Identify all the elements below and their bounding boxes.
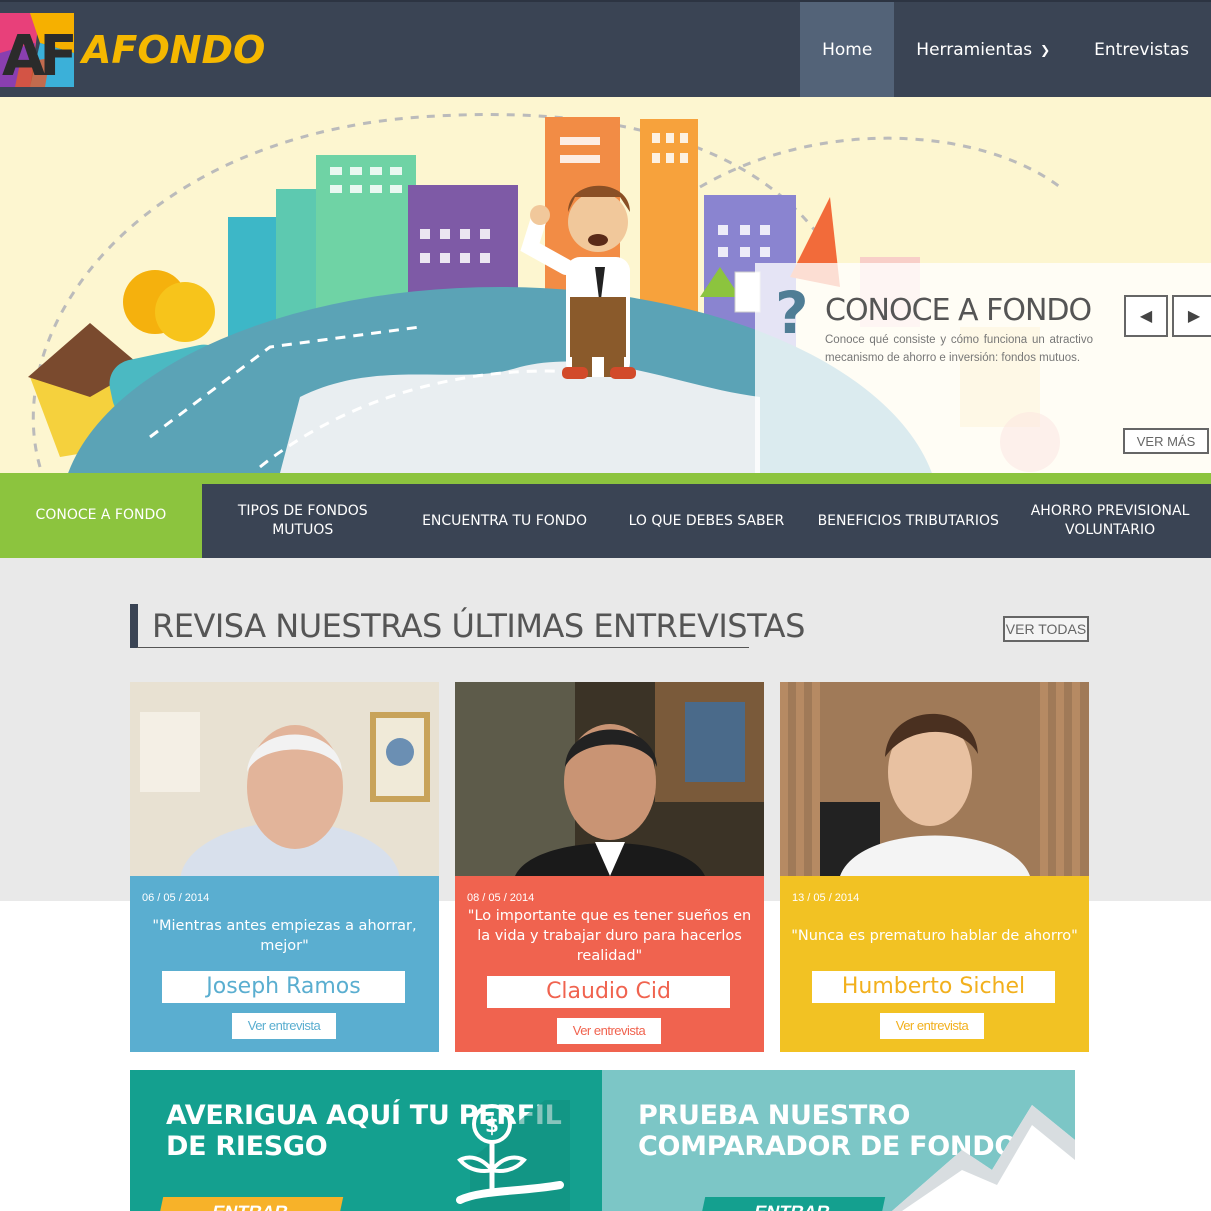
interview-card-joseph-ramos: 06 / 05 / 2014 "Mientras antes empiezas …: [130, 682, 439, 1052]
main-nav: Home Herramientas ❯ Entrevistas: [800, 2, 1211, 97]
card-body: 13 / 05 / 2014 "Nunca es prematuro habla…: [780, 876, 1089, 1052]
hero-description: Conoce qué consiste y cómo funciona un a…: [825, 334, 1093, 364]
interviewee-name: Humberto Sichel: [812, 971, 1055, 1003]
ver-entrevista-link[interactable]: Ver entrevista: [557, 1018, 661, 1044]
promo-comparador-de-fondos[interactable]: PRUEBA NUESTRO COMPARADOR DE FONDOS ENTR…: [602, 1070, 1075, 1211]
section-tabs: CONOCE A FONDO TIPOS DE FONDOS MUTUOS EN…: [0, 473, 1211, 558]
chevron-down-icon: ❯: [1040, 42, 1051, 57]
interviews-heading: REVISA NUESTRAS ÚLTIMAS ENTREVISTAS: [130, 604, 805, 648]
interview-quote: "Mientras antes empiezas a ahorrar, mejo…: [152, 918, 417, 954]
interview-card-claudio-cid: "Lo importante que es tener sueños en la…: [455, 682, 764, 1052]
card-body: 06 / 05 / 2014 "Mientras antes empiezas …: [130, 876, 439, 1052]
tab-tipos-de-fondos[interactable]: TIPOS DE FONDOS MUTUOS: [202, 484, 404, 558]
hero-caption-panel: ? CONOCE A FONDO Conoce qué consiste y c…: [755, 263, 1211, 473]
tab-ahorro-previsional[interactable]: AHORRO PREVISIONAL VOLUNTARIO: [1009, 484, 1211, 558]
interview-date: 13 / 05 / 2014: [792, 892, 860, 904]
card-body: "Lo importante que es tener sueños en la…: [455, 876, 764, 1052]
site-logo[interactable]: AF AFONDO: [0, 12, 265, 87]
tab-encuentra-tu-fondo[interactable]: ENCUENTRA TU FONDO: [404, 484, 606, 558]
interview-card-humberto-sichel: 13 / 05 / 2014 "Nunca es prematuro habla…: [780, 682, 1089, 1052]
entrar-button[interactable]: ENTRAR: [698, 1197, 886, 1211]
entrar-button[interactable]: ENTRAR: [156, 1197, 344, 1211]
interview-quote: "Nunca es prematuro hablar de ahorro": [791, 928, 1078, 944]
interview-date: 08 / 05 / 2014: [467, 892, 535, 904]
nav-herramientas-label: Herramientas: [916, 39, 1033, 60]
ver-entrevista-link[interactable]: Ver entrevista: [880, 1013, 984, 1039]
ver-entrevista-link[interactable]: Ver entrevista: [232, 1013, 336, 1039]
question-mark-icon: ?: [775, 279, 809, 347]
ver-todas-button[interactable]: VER TODAS: [1003, 616, 1089, 642]
svg-text:$: $: [485, 1113, 499, 1137]
promo-perfil-de-riesgo[interactable]: AVERIGUA AQUÍ TU PERFIL DE RIESGO $ ENTR…: [130, 1070, 602, 1211]
hero-slider: ? CONOCE A FONDO Conoce qué consiste y c…: [0, 97, 1211, 473]
tab-lo-que-debes-saber[interactable]: LO QUE DEBES SABER: [605, 484, 807, 558]
interviewee-name: Claudio Cid: [487, 976, 730, 1008]
nav-home[interactable]: Home: [800, 2, 895, 97]
slider-controls: ◀ ▶: [1124, 295, 1211, 337]
interview-photo: [780, 682, 1089, 876]
interview-quote: "Lo importante que es tener sueños en la…: [467, 908, 752, 964]
ver-mas-button[interactable]: VER MÁS: [1123, 428, 1209, 454]
mountain-chart-icon: [892, 1105, 1075, 1211]
svg-text:AF: AF: [2, 24, 73, 87]
interview-photo: [130, 682, 439, 876]
money-plant-hand-icon: $: [456, 1100, 570, 1211]
hero-title: CONOCE A FONDO: [825, 293, 1092, 328]
chevron-left-icon: ◀: [1139, 308, 1153, 325]
tab-conoce-a-fondo[interactable]: CONOCE A FONDO: [0, 473, 202, 558]
interview-date: 06 / 05 / 2014: [142, 892, 210, 904]
slider-prev-button[interactable]: ◀: [1124, 295, 1168, 337]
nav-herramientas[interactable]: Herramientas ❯: [894, 2, 1072, 97]
nav-home-label: Home: [822, 39, 873, 60]
heading-underline: [137, 647, 749, 648]
logo-mark-icon: AF: [0, 12, 74, 87]
slider-next-button[interactable]: ▶: [1172, 295, 1211, 337]
interview-photo: [455, 682, 764, 876]
nav-entrevistas-label: Entrevistas: [1094, 39, 1189, 60]
tab-beneficios-tributarios[interactable]: BENEFICIOS TRIBUTARIOS: [807, 484, 1009, 558]
top-navbar: AF AFONDO Home Herramientas ❯ Entrevistas: [0, 0, 1211, 97]
nav-entrevistas[interactable]: Entrevistas: [1072, 2, 1211, 97]
logo-text: AFONDO: [82, 27, 266, 72]
interviewee-name: Joseph Ramos: [162, 971, 405, 1003]
chevron-right-icon: ▶: [1187, 308, 1201, 325]
